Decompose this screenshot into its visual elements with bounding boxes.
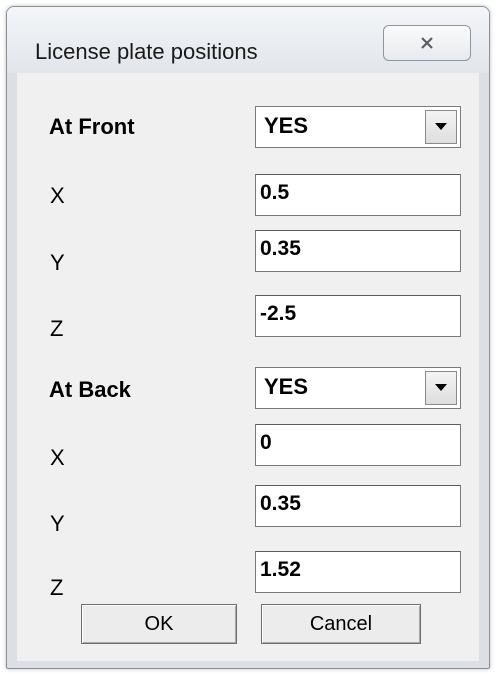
dropdown-arrow-icon[interactable]: [425, 110, 457, 144]
at-back-select[interactable]: YES: [255, 367, 461, 409]
dialog-body: At Front YES X 0.5 Y 0.35 Z -2.5 At Back…: [17, 73, 479, 661]
back-y-field[interactable]: 0.35: [255, 485, 461, 527]
back-x-field[interactable]: 0: [255, 424, 461, 466]
front-x-field[interactable]: 0.5: [255, 174, 461, 216]
back-z-field[interactable]: 1.52: [255, 551, 461, 593]
front-x-value: 0.5: [260, 181, 290, 204]
dialog-window: License plate positions At Front YES X 0…: [6, 6, 490, 669]
close-button[interactable]: [383, 25, 471, 61]
at-front-value: YES: [264, 113, 309, 138]
back-z-value: 1.52: [260, 558, 301, 581]
back-x-value: 0: [260, 431, 272, 454]
dropdown-arrow-icon[interactable]: [425, 371, 457, 405]
title-bar[interactable]: License plate positions: [7, 7, 489, 73]
front-y-field[interactable]: 0.35: [255, 230, 461, 272]
at-back-label: At Back: [49, 377, 131, 402]
back-z-label: Z: [50, 575, 64, 600]
back-y-value: 0.35: [260, 492, 301, 515]
front-z-field[interactable]: -2.5: [255, 295, 461, 337]
front-x-label: X: [50, 183, 65, 208]
front-y-label: Y: [50, 250, 65, 275]
front-z-label: Z: [50, 316, 64, 341]
back-y-label: Y: [50, 511, 65, 536]
back-x-label: X: [50, 445, 65, 470]
at-front-select[interactable]: YES: [255, 106, 461, 148]
at-front-label: At Front: [49, 114, 135, 139]
at-back-value: YES: [264, 374, 309, 399]
window-title: License plate positions: [35, 39, 258, 64]
front-z-value: -2.5: [260, 302, 297, 325]
ok-button[interactable]: OK: [81, 604, 237, 644]
close-icon: [419, 35, 435, 51]
front-y-value: 0.35: [260, 237, 301, 260]
cancel-button[interactable]: Cancel: [261, 604, 421, 644]
